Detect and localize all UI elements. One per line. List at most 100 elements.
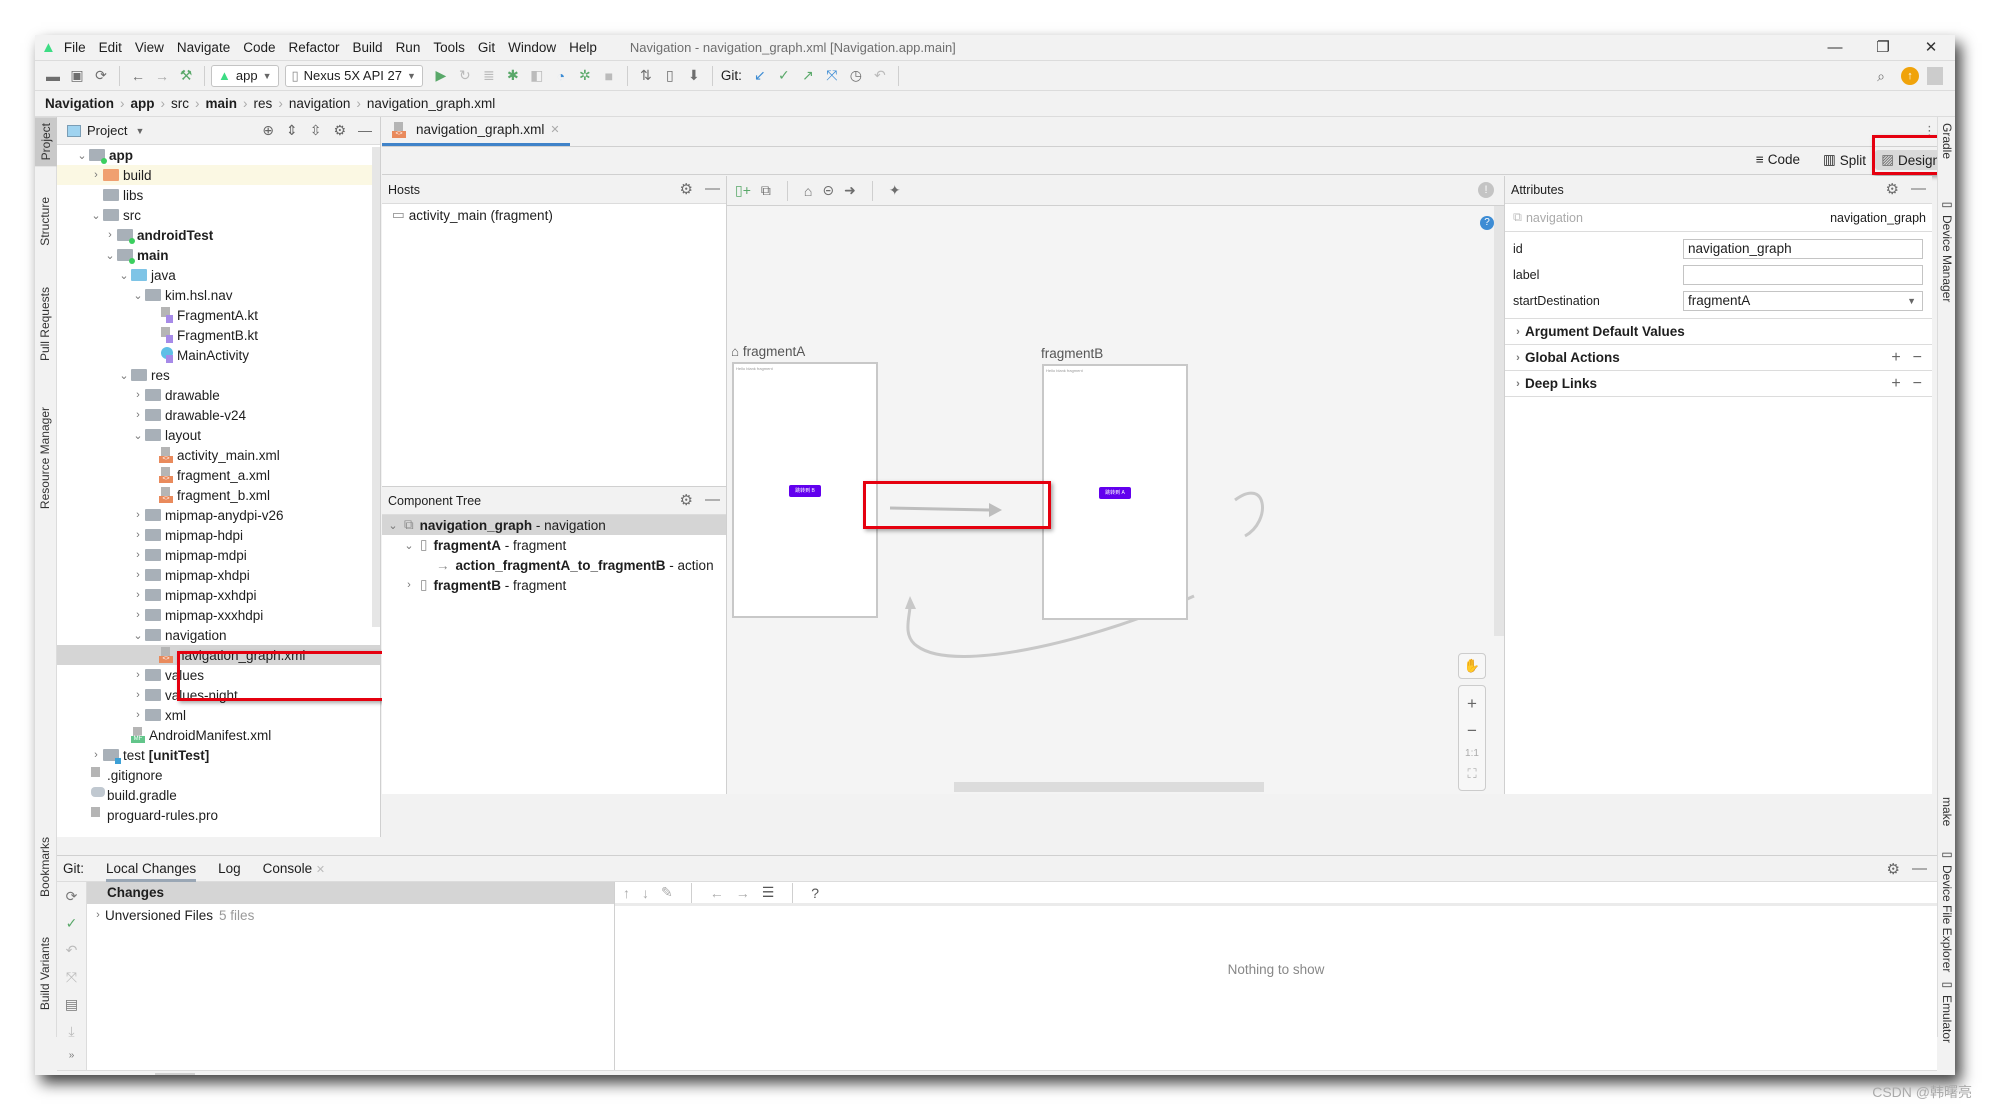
add-icon[interactable]: +	[1891, 375, 1900, 393]
chevron-down-icon[interactable]: ⌄	[117, 369, 131, 382]
tool-window-project[interactable]: Project	[35, 117, 57, 167]
chevron-right-icon[interactable]: ›	[103, 229, 117, 241]
project-tree-item[interactable]: › mipmap-anydpi-v26	[57, 505, 380, 525]
project-tree-item[interactable]: <> fragment_a.xml	[57, 465, 380, 485]
chevron-down-icon[interactable]: ⌄	[131, 629, 145, 642]
project-tree-item[interactable]: › build	[57, 165, 380, 185]
project-tree-item[interactable]: MF AndroidManifest.xml	[57, 725, 380, 745]
chevron-down-icon[interactable]: ⌄	[386, 519, 400, 532]
project-tree-item[interactable]: ⌄ layout	[57, 425, 380, 445]
menu-run[interactable]: Run	[396, 40, 421, 55]
attribute-section-deep-links[interactable]: › Deep Links + −	[1505, 370, 1932, 396]
tool-button-profiler[interactable]: ◔Profiler	[545, 1075, 596, 1076]
menu-navigate[interactable]: Navigate	[177, 40, 230, 55]
unversioned-files-row[interactable]: › Unversioned Files 5 files	[87, 904, 614, 926]
project-tree-item[interactable]: › androidTest	[57, 225, 380, 245]
shelve-icon[interactable]: ⤧	[66, 969, 77, 986]
chevron-right-icon[interactable]: ›	[131, 569, 145, 581]
breadcrumb-item[interactable]: res	[254, 96, 273, 111]
breadcrumb-item[interactable]: src	[171, 96, 189, 111]
history-icon[interactable]: ◷	[844, 64, 868, 88]
save-icon[interactable]: ▣	[65, 64, 89, 88]
menu-git[interactable]: Git	[478, 40, 495, 55]
next-diff-icon[interactable]: ↓	[642, 885, 649, 901]
chevron-right-icon[interactable]: ›	[131, 529, 145, 541]
project-tree-item[interactable]: libs	[57, 185, 380, 205]
project-view-select[interactable]: Project	[87, 123, 127, 138]
settings-gear-icon[interactable]: ⚙	[1886, 180, 1899, 198]
chevron-down-icon[interactable]: ⌄	[89, 209, 103, 222]
run-config-select[interactable]: ▲ app ▼	[211, 64, 279, 87]
show-diff-icon[interactable]: ▤	[65, 996, 78, 1013]
more-icon[interactable]: »	[69, 1050, 75, 1061]
menu-help[interactable]: Help	[569, 40, 597, 55]
chevron-right-icon[interactable]: ›	[89, 749, 103, 761]
breadcrumb-item[interactable]: navigation_graph.xml	[367, 96, 495, 111]
project-tree-item[interactable]: ⌄ java	[57, 265, 380, 285]
chevron-down-icon[interactable]: ⌄	[131, 429, 145, 442]
project-tree-item[interactable]: › mipmap-hdpi	[57, 525, 380, 545]
chevron-right-icon[interactable]: ›	[402, 579, 416, 591]
changes-header[interactable]: Changes	[87, 882, 614, 904]
project-tree-item[interactable]: MainActivity	[57, 345, 380, 365]
menu-window[interactable]: Window	[508, 40, 556, 55]
viewer-options-icon[interactable]: ☰	[762, 884, 775, 901]
project-tree-item[interactable]: ⌄ navigation	[57, 625, 380, 645]
host-item[interactable]: ▭ activity_main (fragment)	[382, 204, 726, 226]
chevron-right-icon[interactable]: ›	[131, 589, 145, 601]
git-merge-icon[interactable]: ⤧	[820, 64, 844, 88]
project-tree-item[interactable]: › drawable	[57, 385, 380, 405]
destination-label-fragmentB[interactable]: fragmentB	[1041, 346, 1103, 361]
git-commit-icon[interactable]: ✓	[772, 64, 796, 88]
rollback-icon[interactable]: ↶	[868, 64, 892, 88]
tool-window-pull-requests[interactable]: Pull Requests	[38, 287, 52, 361]
edit-source-icon[interactable]: ✎	[661, 884, 673, 901]
device-select[interactable]: ▯ Nexus 5X API 27 ▼	[284, 64, 423, 87]
apply-code-changes-icon[interactable]: ≣	[477, 64, 501, 88]
pan-button[interactable]: ✋	[1458, 653, 1486, 679]
project-scrollbar[interactable]	[372, 147, 380, 627]
chevron-down-icon[interactable]: ⌄	[75, 149, 89, 162]
prev-diff-icon[interactable]: ↑	[623, 885, 630, 901]
gradle-sync-icon[interactable]: ⇅	[634, 64, 658, 88]
project-tree-item[interactable]: <> activity_main.xml	[57, 445, 380, 465]
attribute-section-global-actions[interactable]: › Global Actions + −	[1505, 344, 1932, 370]
breadcrumb-item[interactable]: Navigation	[45, 96, 114, 111]
project-tree-item[interactable]: › test [unitTest]	[57, 745, 380, 765]
remove-icon[interactable]: −	[1913, 375, 1922, 393]
minimize-button[interactable]: —	[1811, 35, 1859, 61]
hide-icon[interactable]: —	[1912, 860, 1927, 878]
tab-navigation-graph[interactable]: <> navigation_graph.xml ✕	[382, 116, 570, 146]
git-update-icon[interactable]: ↙	[748, 64, 772, 88]
chevron-down-icon[interactable]: ⌄	[103, 249, 117, 262]
tool-window-gradle[interactable]: Gradle	[1940, 123, 1954, 159]
search-icon[interactable]: ⌕	[1869, 64, 1893, 88]
mode-code-button[interactable]: ≡ Code	[1750, 150, 1806, 169]
avd-manager-icon[interactable]: ▯	[658, 64, 682, 88]
project-tree-item[interactable]: ⌄ kim.hsl.nav	[57, 285, 380, 305]
chevron-right-icon[interactable]: ›	[131, 509, 145, 521]
menu-code[interactable]: Code	[243, 40, 275, 55]
open-folder-icon[interactable]: ▬	[41, 64, 65, 88]
project-tree-item[interactable]: ⌄ main	[57, 245, 380, 265]
apply-changes-icon[interactable]: ↻	[453, 64, 477, 88]
account-avatar[interactable]	[1927, 67, 1943, 85]
menu-tools[interactable]: Tools	[433, 40, 465, 55]
tool-window-build-variants[interactable]: Build Variants	[38, 937, 52, 1010]
project-tree-item[interactable]: › drawable-v24	[57, 405, 380, 425]
canvas-vertical-scrollbar[interactable]	[1494, 206, 1504, 636]
settings-gear-icon[interactable]: ⚙	[1887, 860, 1900, 878]
project-tree-item[interactable]: .gitignore	[57, 765, 380, 785]
locate-icon[interactable]: ⊕	[262, 122, 274, 139]
tool-button-logcat[interactable]: ≡Logcat	[294, 1075, 343, 1076]
start-destination-select[interactable]: fragmentA ▼	[1683, 291, 1923, 311]
tool-button-event-log[interactable]: 1 Event Log	[1710, 1075, 1783, 1076]
close-tab-icon[interactable]: ✕	[550, 123, 559, 136]
rollback-icon[interactable]: ↶	[66, 942, 78, 959]
destination-label-fragmentA[interactable]: ⌂ fragmentA	[731, 344, 805, 359]
tool-button-terminal[interactable]: ▣Terminal	[213, 1074, 275, 1076]
hide-icon[interactable]: —	[705, 180, 720, 198]
chevron-down-icon[interactable]: ⌄	[402, 539, 416, 552]
destination-fragmentA[interactable]: Hello blank fragment 跳转到 B	[732, 362, 878, 618]
tool-button-git[interactable]: ⑂Git	[155, 1072, 195, 1075]
